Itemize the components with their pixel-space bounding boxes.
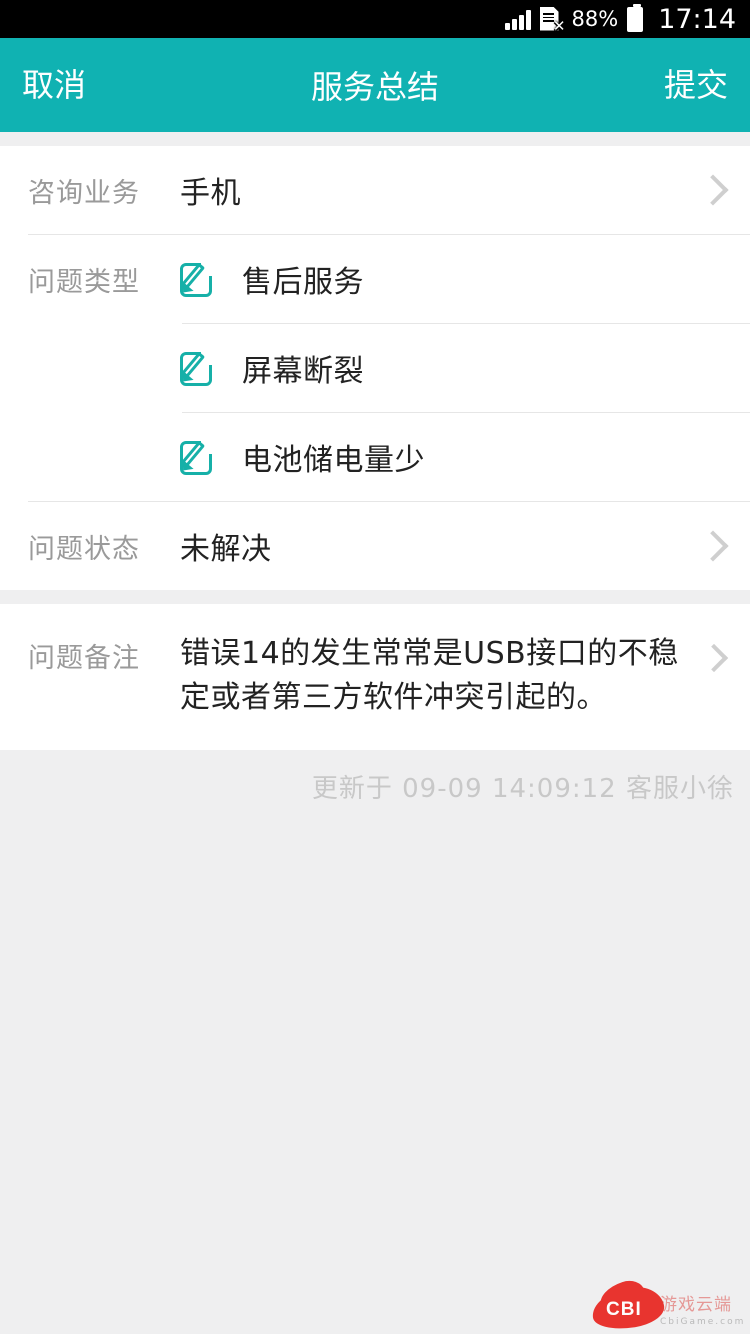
watermark-logo: CBI 游戏云端 CbiGame.com (589, 1276, 746, 1333)
row-problem-type-1[interactable]: 问题类型 售后服务 (0, 235, 750, 323)
row-consulting-business[interactable]: 咨询业务 手机 (0, 146, 750, 234)
navigation-bar: 取消 服务总结 提交 (0, 38, 750, 132)
phone-screen: ✕ 88% 17:14 取消 服务总结 提交 咨询业务 手机 问题类型 售后服务 (0, 0, 750, 1334)
edit-pencil-icon[interactable] (180, 348, 218, 388)
watermark-mark-label: CBI (606, 1299, 642, 1320)
battery-icon (627, 3, 644, 32)
edit-pencil-icon[interactable] (180, 259, 218, 299)
problem-type-item-label: 售后服务 (242, 265, 364, 300)
form-card-note: 问题备注 错误14的发生常常是USB接口的不稳定或者第三方软件冲突引起的。 (0, 604, 750, 750)
watermark-name-label: 游戏云端 (660, 1294, 732, 1315)
submit-button[interactable]: 提交 (664, 69, 728, 101)
form-card-main: 咨询业务 手机 问题类型 售后服务 屏幕断裂 电池储电量少 问题状态 未解决 (0, 146, 750, 590)
chevron-right-icon (697, 530, 729, 562)
problem-note-value: 错误14的发生常常是USB接口的不稳定或者第三方软件冲突引起的。 (180, 636, 679, 715)
battery-percent-label: 88% (571, 7, 619, 31)
status-bar: ✕ 88% 17:14 (0, 0, 750, 38)
watermark-url-label: CbiGame.com (660, 1316, 746, 1327)
consulting-business-label: 咨询业务 (28, 177, 140, 209)
signal-bars-icon (504, 8, 531, 30)
row-problem-type-3[interactable]: 电池储电量少 (0, 413, 750, 501)
problem-status-label: 问题状态 (28, 533, 140, 565)
problem-type-item-label: 屏幕断裂 (242, 354, 364, 389)
chevron-right-icon (699, 643, 729, 673)
updated-timestamp: 更新于 09-09 14:09:12 客服小徐 (0, 750, 750, 805)
row-problem-type-2[interactable]: 屏幕断裂 (0, 324, 750, 412)
problem-status-value: 未解决 (180, 532, 272, 567)
section-gap-top (0, 132, 750, 146)
chevron-right-icon (697, 174, 729, 206)
problem-type-label: 问题类型 (28, 266, 140, 298)
sim-card-disabled-icon: ✕ (539, 6, 566, 33)
consulting-business-value: 手机 (180, 176, 241, 211)
flame-icon: CBI (589, 1276, 667, 1333)
section-gap-middle (0, 590, 750, 604)
cancel-button[interactable]: 取消 (22, 69, 86, 101)
edit-pencil-icon[interactable] (180, 437, 218, 477)
problem-type-item-label: 电池储电量少 (242, 443, 425, 478)
clock-label: 17:14 (658, 3, 736, 35)
row-problem-status[interactable]: 问题状态 未解决 (0, 502, 750, 590)
row-problem-note[interactable]: 问题备注 错误14的发生常常是USB接口的不稳定或者第三方软件冲突引起的。 (0, 604, 750, 750)
problem-note-label: 问题备注 (28, 643, 140, 674)
page-title: 服务总结 (310, 68, 439, 106)
